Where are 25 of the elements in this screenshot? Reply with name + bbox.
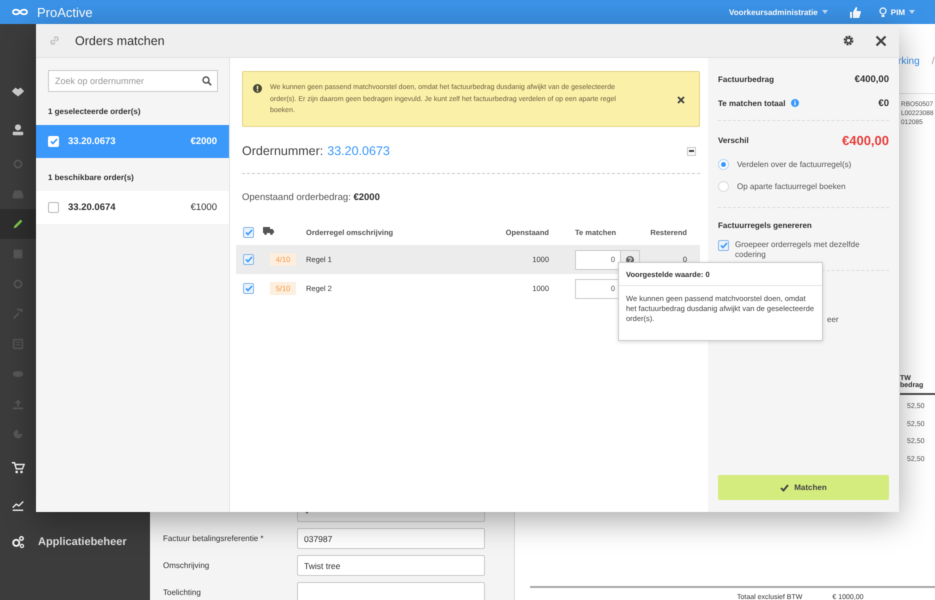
summary-amount: €0: [878, 98, 889, 108]
group-heading: 1 geselecteerde order(s): [47, 106, 142, 118]
field-label: Toelichting: [163, 588, 202, 597]
difference-amount: €400,00: [842, 132, 889, 148]
field-value: 037987: [304, 534, 332, 544]
order-amount: €2000: [190, 136, 217, 147]
order-number: 33.20.0674: [68, 202, 117, 213]
group-heading: 1 beschikbare order(s): [47, 172, 135, 184]
field-value: Twist tree: [304, 560, 340, 570]
checkbox-label: Groepeer orderregels met dezelfde codering: [735, 240, 861, 260]
order-number: 33.20.0673: [68, 136, 117, 147]
order-label: Ordernummer:: [242, 144, 324, 158]
summary-label: Factuurbedrag: [718, 74, 774, 84]
section-heading: Factuurregels genereren: [718, 221, 813, 230]
summary-label: Verschil: [718, 136, 749, 144]
summary-amount: €400,00: [854, 74, 889, 84]
dialog-title: Orders matchen: [75, 34, 165, 48]
breadcrumb-separator: /: [932, 56, 934, 69]
field-label: Omschrijving: [163, 561, 210, 570]
partial-text: eer: [827, 315, 839, 324]
app-name: ProActive: [37, 4, 93, 20]
field-label: Factuur betalingsreferentie *: [163, 534, 264, 543]
order-amount: €1000: [190, 202, 217, 213]
summary-label: Te matchen totaal: [718, 98, 786, 108]
outstanding-amount: Openstaand orderbedrag: €2000: [242, 192, 381, 203]
